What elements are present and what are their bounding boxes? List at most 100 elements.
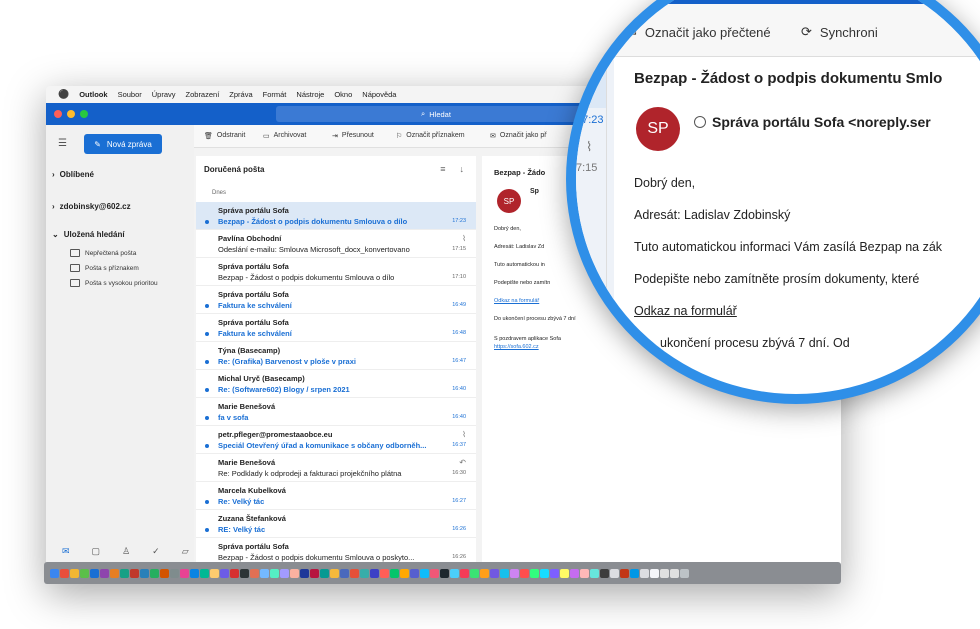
table-row[interactable]: Správa portálu Sofa Bezpap - Žádost o po…	[196, 258, 476, 286]
app-icon[interactable]	[290, 568, 299, 578]
app-icon[interactable]	[140, 568, 149, 578]
nav-item-flagged[interactable]: Pošta s příznakem	[70, 264, 139, 272]
mail-icon[interactable]: ✉	[62, 546, 70, 557]
favorites-section[interactable]: › Oblíbené	[52, 170, 94, 179]
menu-upravy[interactable]: Úpravy	[152, 90, 176, 99]
app-icon[interactable]	[430, 568, 439, 578]
app-icon[interactable]	[490, 568, 499, 578]
app-icon[interactable]	[330, 568, 339, 578]
table-row[interactable]: Marie Benešová fa v sofa 16:40	[196, 398, 476, 426]
menu-format[interactable]: Formát	[263, 90, 287, 99]
calendar-icon[interactable]: ▢	[92, 546, 101, 557]
outlook-icon[interactable]	[90, 568, 99, 578]
sync-button[interactable]: ⟳ Synchroni	[801, 24, 878, 40]
app-icon[interactable]	[210, 568, 219, 578]
app-icon[interactable]	[520, 568, 529, 578]
app-icon[interactable]	[60, 568, 69, 578]
table-row[interactable]: Pavlína Obchodní ⌇ Odeslání e-mailu: Sml…	[196, 230, 476, 258]
saved-searches-section[interactable]: ⌄ Uložená hledání	[52, 230, 125, 239]
app-icon[interactable]	[230, 568, 239, 578]
hamburger-icon[interactable]: ☰	[58, 138, 67, 149]
app-icon[interactable]	[570, 568, 579, 578]
table-row[interactable]: Správa portálu Sofa Bezpap - Žádost o po…	[196, 202, 476, 230]
table-row[interactable]: Marcela Kubelková Re: Velký tác 16:27	[196, 482, 476, 510]
table-row[interactable]: Týna (Basecamp) Re: (Grafika) Barvenost …	[196, 342, 476, 370]
app-icon[interactable]	[440, 568, 449, 578]
app-icon[interactable]	[560, 568, 569, 578]
close-window-button[interactable]	[54, 110, 62, 118]
app-icon[interactable]	[310, 568, 319, 578]
search-box[interactable]: ⌕ Hledat	[276, 106, 596, 122]
new-mail-button[interactable]: ✎ Nová zpráva	[84, 134, 162, 154]
apple-icon[interactable]: ⚫	[58, 89, 69, 100]
app-icon[interactable]	[380, 568, 389, 578]
app-icon[interactable]	[460, 568, 469, 578]
app-icon[interactable]	[240, 568, 249, 578]
app-icon[interactable]	[620, 568, 629, 578]
mark-read-button[interactable]: ✉ Označit jako př	[490, 132, 547, 140]
move-button[interactable]: ⇥ Přesunout	[332, 132, 374, 140]
table-row[interactable]: Správa portálu Sofa Faktura ke schválení…	[196, 314, 476, 342]
menu-zobrazeni[interactable]: Zobrazení	[186, 90, 220, 99]
radio-icon[interactable]	[694, 116, 706, 128]
app-icon[interactable]	[550, 568, 559, 578]
app-icon[interactable]	[260, 568, 269, 578]
app-icon[interactable]	[350, 568, 359, 578]
table-row[interactable]: petr.pfleger@promestaaobce.eu ⌇ Speciál …	[196, 426, 476, 454]
app-icon[interactable]	[120, 568, 129, 578]
app-icon[interactable]	[360, 568, 369, 578]
people-icon[interactable]: ♙	[122, 546, 130, 557]
form-link[interactable]: Odkaz na formulář	[494, 298, 539, 304]
tasks-icon[interactable]: ✓	[152, 546, 160, 557]
filter-icon[interactable]: ≡	[440, 164, 445, 174]
app-icon[interactable]	[110, 568, 119, 578]
table-row[interactable]: Zuzana Štefanková RE: Velký tác 16:26	[196, 510, 476, 538]
zoom-window-button[interactable]	[80, 110, 88, 118]
app-icon[interactable]	[280, 568, 289, 578]
app-icon[interactable]	[530, 568, 539, 578]
app-icon[interactable]	[80, 568, 89, 578]
app-icon[interactable]	[590, 568, 599, 578]
app-icon[interactable]	[400, 568, 409, 578]
window-thumb-icon[interactable]	[650, 568, 659, 578]
app-icon[interactable]	[340, 568, 349, 578]
app-icon[interactable]	[170, 568, 179, 578]
app-icon[interactable]	[480, 568, 489, 578]
sort-icon[interactable]: ↓	[460, 164, 465, 174]
app-icon[interactable]	[370, 568, 379, 578]
app-icon[interactable]	[610, 568, 619, 578]
app-icon[interactable]	[160, 568, 169, 578]
app-icon[interactable]	[220, 568, 229, 578]
app-icon[interactable]	[250, 568, 259, 578]
menu-zprava[interactable]: Zpráva	[229, 90, 252, 99]
notes-icon[interactable]: ▱	[182, 546, 189, 557]
app-icon[interactable]	[630, 568, 639, 578]
window-thumb-icon[interactable]	[660, 568, 669, 578]
site-link[interactable]: https://sofa.602.cz	[494, 344, 539, 350]
app-icon[interactable]	[510, 568, 519, 578]
app-icon[interactable]	[190, 568, 199, 578]
app-icon[interactable]	[450, 568, 459, 578]
app-icon[interactable]	[70, 568, 79, 578]
mark-read-button[interactable]: ✉ Označit jako přečtené	[626, 24, 771, 40]
app-icon[interactable]	[150, 568, 159, 578]
archive-button[interactable]: ▭ Archivovat	[263, 132, 306, 140]
app-icon[interactable]	[390, 568, 399, 578]
menu-soubor[interactable]: Soubor	[118, 90, 142, 99]
menu-napoveda[interactable]: Nápověda	[362, 90, 396, 99]
account-section[interactable]: › zdobinsky@602.cz	[52, 202, 131, 211]
table-row[interactable]: Marie Benešová ↶ Re: Podklady k odprodej…	[196, 454, 476, 482]
app-icon[interactable]	[600, 568, 609, 578]
window-thumb-icon[interactable]	[640, 568, 649, 578]
delete-button[interactable]: 🗑 Odstranit	[204, 132, 245, 140]
menu-nastroje[interactable]: Nástroje	[296, 90, 324, 99]
app-icon[interactable]	[100, 568, 109, 578]
app-icon[interactable]	[320, 568, 329, 578]
app-icon[interactable]	[420, 568, 429, 578]
form-link[interactable]: Odkaz na formulář	[634, 304, 737, 318]
nav-item-high-priority[interactable]: Pošta s vysokou prioritou	[70, 279, 158, 287]
table-row[interactable]: Michal Uryč (Basecamp) Re: (Software602)…	[196, 370, 476, 398]
minimize-window-button[interactable]	[67, 110, 75, 118]
trash-icon[interactable]	[680, 568, 689, 578]
app-icon[interactable]	[410, 568, 419, 578]
